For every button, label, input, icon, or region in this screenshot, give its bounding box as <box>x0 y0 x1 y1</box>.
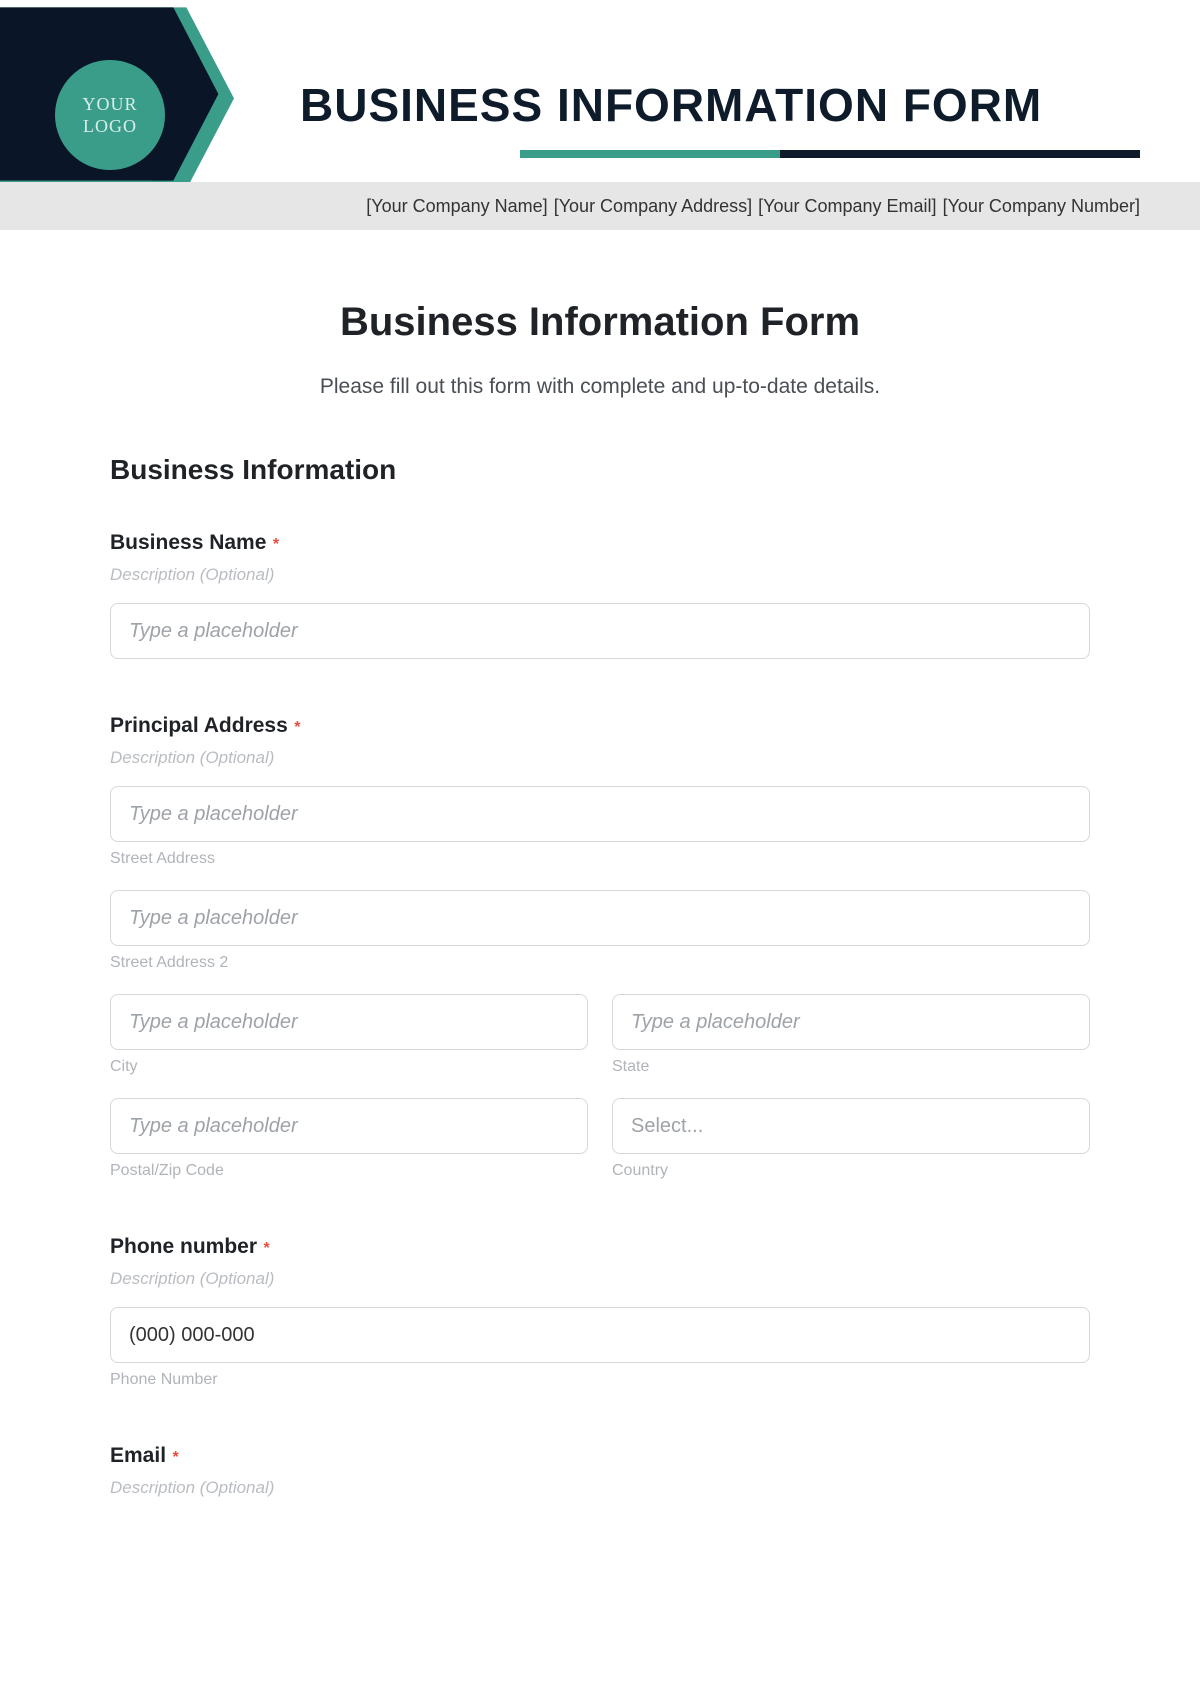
logo-text-line1: YOUR <box>82 93 137 116</box>
section-heading: Business Information <box>110 454 1090 486</box>
phone-desc: Description (Optional) <box>110 1269 1090 1289</box>
title-underline <box>520 150 1140 160</box>
street-address-2-input[interactable] <box>110 890 1090 946</box>
company-address: [Your Company Address] <box>554 196 752 217</box>
city-sublabel: City <box>110 1058 588 1076</box>
business-name-input[interactable] <box>110 603 1090 659</box>
business-name-desc: Description (Optional) <box>110 565 1090 585</box>
phone-input[interactable] <box>110 1307 1090 1363</box>
street-address-2-sublabel: Street Address 2 <box>110 954 1090 972</box>
required-mark: * <box>172 1449 178 1466</box>
email-label: Email <box>110 1444 166 1467</box>
form-title: Business Information Form <box>110 300 1090 345</box>
logo-text-line2: LOGO <box>83 115 137 138</box>
email-desc: Description (Optional) <box>110 1478 1090 1498</box>
field-email: Email * Description (Optional) <box>110 1444 1090 1498</box>
field-principal-address: Principal Address * Description (Optiona… <box>110 714 1090 1180</box>
logo-circle: YOUR LOGO <box>55 60 165 170</box>
header-banner: YOUR LOGO BUSINESS INFORMATION FORM [You… <box>0 0 1200 240</box>
street-address-input[interactable] <box>110 786 1090 842</box>
company-info-strip: [Your Company Name] [Your Company Addres… <box>0 182 1200 230</box>
city-input[interactable] <box>110 994 588 1050</box>
country-select[interactable]: Select... <box>612 1098 1090 1154</box>
company-name: [Your Company Name] <box>366 196 547 217</box>
banner-title: BUSINESS INFORMATION FORM <box>300 78 1140 132</box>
principal-address-label: Principal Address <box>110 714 288 737</box>
business-name-label: Business Name <box>110 531 266 554</box>
required-mark: * <box>273 536 279 553</box>
phone-label: Phone number <box>110 1235 257 1258</box>
postal-input[interactable] <box>110 1098 588 1154</box>
form-body: Business Information Form Please fill ou… <box>0 240 1200 1556</box>
state-sublabel: State <box>612 1058 1090 1076</box>
field-business-name: Business Name * Description (Optional) <box>110 531 1090 659</box>
required-mark: * <box>294 719 300 736</box>
country-sublabel: Country <box>612 1162 1090 1180</box>
company-number: [Your Company Number] <box>943 196 1140 217</box>
country-select-placeholder: Select... <box>631 1115 703 1138</box>
field-phone: Phone number * Description (Optional) Ph… <box>110 1235 1090 1389</box>
required-mark: * <box>263 1240 269 1257</box>
street-address-sublabel: Street Address <box>110 850 1090 868</box>
phone-sublabel: Phone Number <box>110 1371 1090 1389</box>
state-input[interactable] <box>612 994 1090 1050</box>
postal-sublabel: Postal/Zip Code <box>110 1162 588 1180</box>
company-email: [Your Company Email] <box>758 196 936 217</box>
form-subtitle: Please fill out this form with complete … <box>110 375 1090 399</box>
principal-address-desc: Description (Optional) <box>110 748 1090 768</box>
